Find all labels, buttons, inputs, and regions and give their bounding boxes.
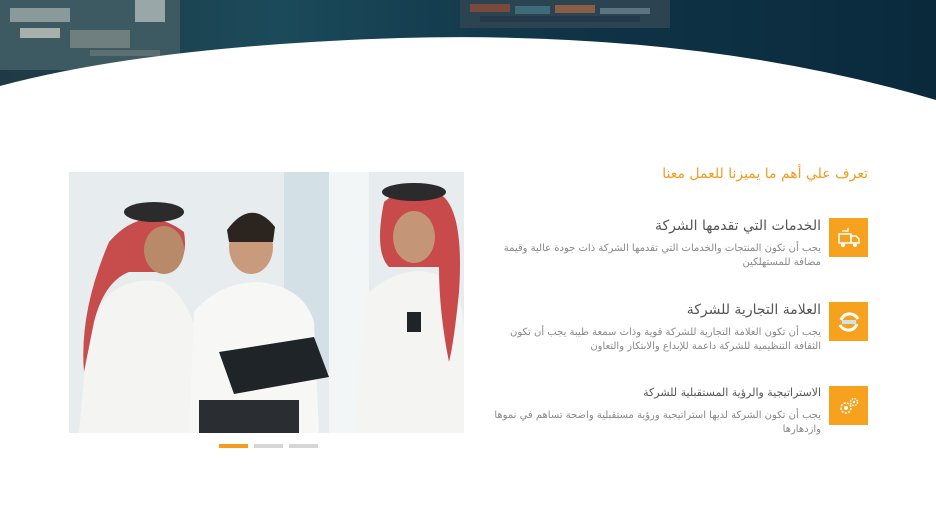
feature-text: العلامة التجارية للشركة يجب أن تكون العل… [491,302,821,354]
feature-title: الاستراتيجية والرؤية المستقبلية للشركة [643,386,821,399]
feature-item-brand: العلامة التجارية للشركة يجب أن تكون العل… [488,302,868,358]
feature-description: يجب أن تكون المنتجات والخدمات التي تقدمه… [503,243,821,268]
feature-description: يجب أن تكون الشركة لديها استراتيجية ورؤي… [494,410,821,435]
feature-text: الخدمات التي تقدمها الشركة يجب أن تكون ا… [491,218,821,270]
feature-description: يجب أن تكون العلامة التجارية للشركة قوية… [510,327,821,352]
feature-item-strategy: الاستراتيجية والرؤية المستقبلية للشركة ي… [488,386,868,442]
hero-curve [0,37,936,120]
business-meeting-photo [69,172,464,433]
exchange-icon [838,311,859,332]
feature-icon-box [829,386,868,425]
slider-dot-1[interactable] [219,444,248,448]
feature-text: الاستراتيجية والرؤية المستقبلية للشركة ي… [491,386,821,437]
feature-title: العلامة التجارية للشركة [686,302,821,318]
feature-icon-box [829,302,868,341]
feature-item-services: الخدمات التي تقدمها الشركة يجب أن تكون ا… [488,218,868,274]
slider-dot-3[interactable] [289,444,318,448]
feature-icon-box [829,218,868,257]
feature-title: الخدمات التي تقدمها الشركة [655,218,821,234]
slider-dot-2[interactable] [254,444,283,448]
gears-icon [839,397,858,414]
section-title: تعرف علي أهم ما يميزنا للعمل معنا [662,166,868,182]
image-slider[interactable] [69,172,464,433]
slider-dots [219,444,318,448]
delivery-icon [837,227,860,247]
